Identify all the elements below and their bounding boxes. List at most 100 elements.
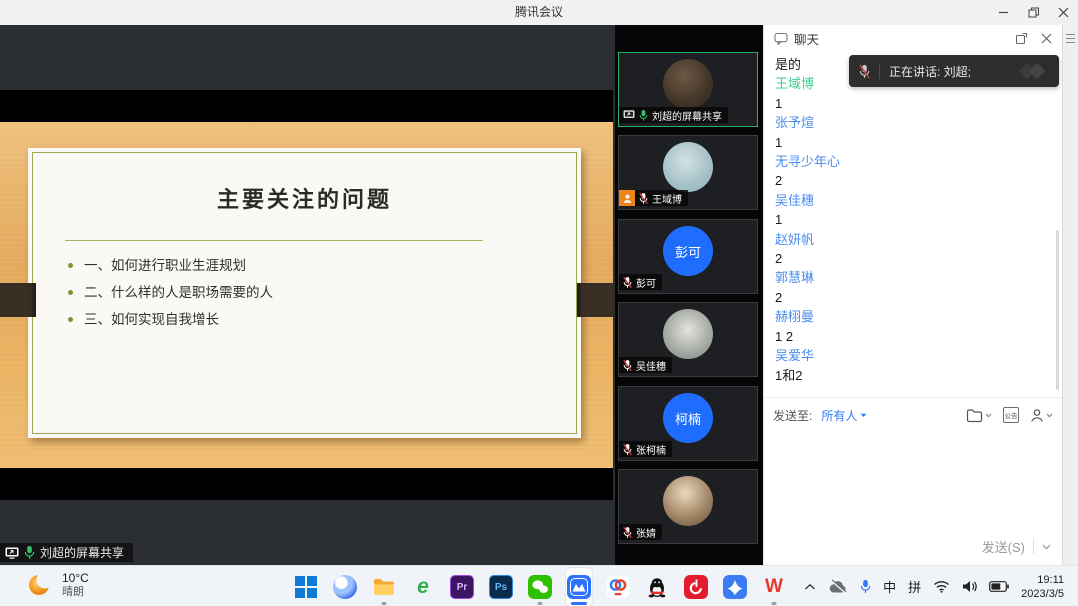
start-button[interactable] bbox=[293, 568, 319, 606]
speaking-toast: 正在讲话: 刘超; bbox=[849, 55, 1059, 87]
mic-muted-icon bbox=[623, 526, 632, 539]
avatar-initials: 彭可 bbox=[675, 242, 701, 261]
premiere-icon: Pr bbox=[450, 575, 474, 599]
close-chat-icon[interactable] bbox=[1041, 33, 1052, 44]
chat-message: 1 bbox=[775, 94, 1051, 113]
popout-icon[interactable] bbox=[1015, 32, 1028, 45]
active-indicator bbox=[571, 602, 587, 605]
slide-decor-tab-left bbox=[0, 283, 36, 317]
chat-bubble-icon bbox=[774, 32, 788, 45]
participant-tile-zhangjing[interactable]: 张婧 bbox=[618, 469, 758, 544]
slide-bullet-list: 一、如何进行职业生涯规划 二、什么样的人是职场需要的人 三、如何实现自我增长 bbox=[68, 252, 273, 333]
avatar bbox=[663, 476, 713, 526]
participant-strip: 刘超的屏幕共享 王域博 彭可 彭可 bbox=[615, 25, 763, 565]
close-button[interactable] bbox=[1056, 6, 1070, 20]
participant-tile-liuchao-share[interactable]: 刘超的屏幕共享 bbox=[618, 52, 758, 127]
participant-name: 张婧 bbox=[636, 525, 656, 540]
chat-message: 2 bbox=[775, 171, 1051, 190]
compose-divider bbox=[764, 397, 1062, 398]
member-select-button[interactable] bbox=[1030, 408, 1053, 423]
file-explorer-button[interactable] bbox=[371, 568, 397, 606]
screen-share-icon bbox=[5, 547, 19, 559]
participant-tile-wangyubo[interactable]: 王域博 bbox=[618, 135, 758, 210]
mic-muted-icon bbox=[639, 192, 648, 205]
slide-bullet: 三、如何实现自我增长 bbox=[68, 306, 273, 333]
chat-input[interactable] bbox=[764, 429, 1062, 543]
ie-icon: e bbox=[417, 575, 429, 599]
taskbar-dock: e Pr Ps bbox=[293, 567, 787, 606]
meeting-logo-icon bbox=[1019, 62, 1049, 80]
cloud-sync-icon[interactable] bbox=[828, 579, 848, 594]
internet-explorer-button[interactable]: e bbox=[410, 568, 436, 606]
chat-sender: 吴佳穗 bbox=[775, 191, 1051, 210]
tencent-meeting-button[interactable] bbox=[566, 568, 592, 606]
xunlei-button[interactable] bbox=[722, 568, 748, 606]
participant-tile-zhangkenan[interactable]: 柯楠 张柯楠 bbox=[618, 386, 758, 461]
tencent-meeting-window: 腾讯会议 主要关注的问题 一、如何进行职业生涯规划 二、什么样的人是职场需要的人… bbox=[0, 0, 1078, 606]
restore-button[interactable] bbox=[1026, 6, 1040, 20]
netease-music-icon bbox=[684, 575, 708, 599]
photoshop-button[interactable]: Ps bbox=[488, 568, 514, 606]
folder-icon bbox=[966, 408, 983, 423]
send-to-dropdown[interactable]: 所有人 bbox=[821, 407, 867, 424]
chevron-down-icon bbox=[1046, 413, 1053, 418]
avatar bbox=[663, 142, 713, 192]
tray-chevron-up-icon[interactable] bbox=[804, 583, 816, 591]
battery-charging-icon[interactable] bbox=[989, 581, 1009, 592]
screen-share-label-text: 刘超的屏幕共享 bbox=[40, 544, 124, 561]
wechat-icon bbox=[528, 575, 552, 599]
speaker-icon[interactable] bbox=[962, 580, 977, 593]
taskbar-clock[interactable]: 19:11 2023/3/5 bbox=[1021, 573, 1064, 601]
screen-share-icon bbox=[623, 110, 635, 120]
chat-panel: 聊天 是的 王域博 1 张予煊 1 无寻少年心 2 吴佳穗 1 赵妍帆 2 郭慧… bbox=[763, 25, 1062, 565]
chevron-down-icon bbox=[985, 413, 992, 418]
slide-decor-tab-right bbox=[577, 283, 613, 317]
chat-message: 1和2 bbox=[775, 366, 1051, 385]
send-button[interactable]: 发送(S) bbox=[982, 537, 1025, 556]
ime-language-indicator[interactable]: 中 bbox=[883, 577, 896, 596]
browser-app-button[interactable] bbox=[332, 568, 358, 606]
mic-muted-icon bbox=[623, 276, 632, 289]
wps-button[interactable]: W bbox=[761, 568, 787, 606]
chevron-down-icon bbox=[860, 413, 867, 418]
wifi-icon[interactable] bbox=[933, 580, 950, 593]
panel-menu-icon[interactable] bbox=[1066, 34, 1075, 43]
moon-weather-icon bbox=[26, 571, 54, 599]
file-share-button[interactable] bbox=[966, 408, 992, 423]
chat-message-list: 是的 王域博 1 张予煊 1 无寻少年心 2 吴佳穗 1 赵妍帆 2 郭慧琳 2… bbox=[764, 53, 1062, 387]
rings-app-button[interactable] bbox=[605, 568, 631, 606]
slide-bullet: 一、如何进行职业生涯规划 bbox=[68, 252, 273, 279]
weather-widget[interactable]: 10°C 晴朗 bbox=[26, 571, 89, 599]
chat-message: 1 bbox=[775, 210, 1051, 229]
qq-button[interactable] bbox=[644, 568, 670, 606]
taskbar: 10°C 晴朗 e Pr Ps bbox=[0, 565, 1078, 606]
participant-tile-wujiasui[interactable]: 吴佳穗 bbox=[618, 302, 758, 377]
member-badge-icon bbox=[619, 190, 635, 206]
participant-tile-pengke[interactable]: 彭可 彭可 bbox=[618, 219, 758, 294]
minimize-button[interactable] bbox=[996, 6, 1010, 20]
wps-icon: W bbox=[765, 576, 783, 598]
send-to-value: 所有人 bbox=[821, 407, 857, 424]
chat-scrollbar[interactable] bbox=[1056, 230, 1059, 390]
mic-muted-icon bbox=[623, 443, 632, 456]
compose-toolbar: 发送至: 所有人 公告 bbox=[773, 404, 1053, 426]
mic-in-use-icon[interactable] bbox=[860, 579, 871, 594]
avatar-initials: 柯楠 bbox=[675, 409, 701, 428]
presentation-slide: 主要关注的问题 一、如何进行职业生涯规划 二、什么样的人是职场需要的人 三、如何… bbox=[28, 148, 581, 438]
avatar bbox=[663, 59, 713, 109]
qq-penguin-icon bbox=[645, 575, 669, 599]
participant-name: 吴佳穗 bbox=[636, 358, 666, 373]
send-options-chevron-icon[interactable] bbox=[1042, 544, 1051, 550]
letterbox-bottom bbox=[0, 468, 613, 500]
chat-header: 聊天 bbox=[764, 25, 1062, 52]
chat-sender: 无寻少年心 bbox=[775, 152, 1051, 171]
announcement-button[interactable]: 公告 bbox=[1003, 407, 1019, 423]
netease-music-button[interactable] bbox=[683, 568, 709, 606]
shared-screen-stage: 主要关注的问题 一、如何进行职业生涯规划 二、什么样的人是职场需要的人 三、如何… bbox=[0, 25, 615, 565]
premiere-button[interactable]: Pr bbox=[449, 568, 475, 606]
ime-pinyin-indicator[interactable]: 拼 bbox=[908, 577, 921, 596]
window-title: 腾讯会议 bbox=[0, 0, 1078, 25]
titlebar: 腾讯会议 bbox=[0, 0, 1078, 25]
wechat-button[interactable] bbox=[527, 568, 553, 606]
chat-message: 1 bbox=[775, 133, 1051, 152]
